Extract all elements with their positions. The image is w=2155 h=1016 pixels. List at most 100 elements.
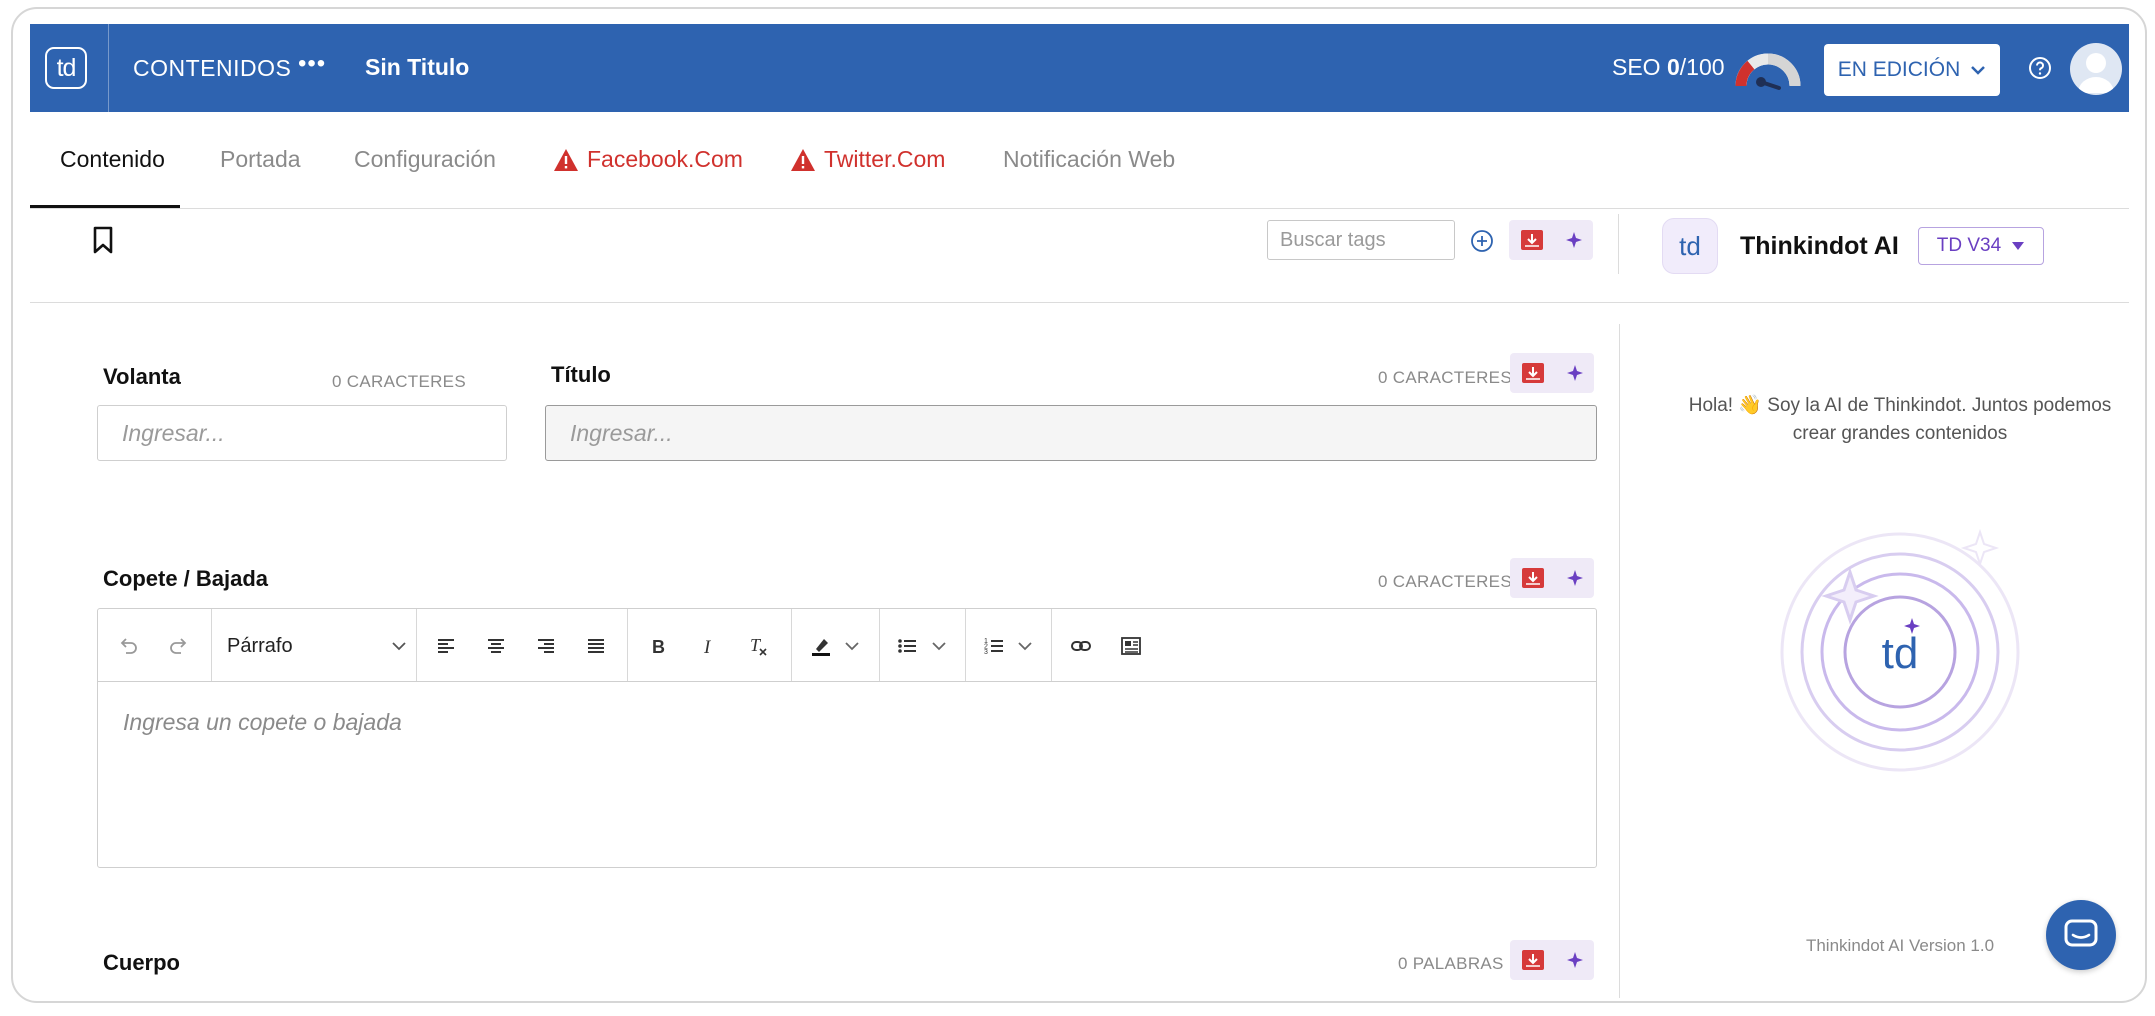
ai-version-footer: Thinkindot AI Version 1.0 (1805, 936, 1995, 955)
tab-portada[interactable]: Portada (220, 146, 301, 173)
toolbar-separator (211, 609, 212, 681)
more-options-icon[interactable]: ••• (298, 50, 326, 78)
help-icon[interactable] (2028, 56, 2052, 80)
cuerpo-word-count: 0 PALABRAS (1398, 954, 1504, 973)
svg-text:3: 3 (984, 649, 988, 656)
top-bar: td CONTENIDOS ••• Sin Titulo SEO 0/100 E… (30, 24, 2129, 112)
ai-orb-illustration: td (1780, 528, 2020, 772)
seo-score-max: /100 (1679, 54, 1725, 80)
ai-import-icon[interactable] (1521, 363, 1544, 383)
tab-contenido[interactable]: Contenido (60, 146, 165, 173)
ai-greeting: Hola! 👋 Soy la AI de Thinkindot. Juntos … (1688, 395, 2112, 444)
toolbar-separator (627, 609, 628, 681)
status-dropdown-button[interactable]: EN EDICIÓN (1824, 44, 2000, 96)
toolbar-separator (965, 609, 966, 681)
svg-text:B: B (652, 637, 665, 657)
warning-icon (554, 148, 578, 171)
ai-orb-logo: td (1882, 629, 1919, 678)
toolbar-separator (416, 609, 417, 681)
bulleted-list-icon[interactable] (894, 633, 920, 659)
titulo-input[interactable] (545, 405, 1597, 461)
status-label: EN EDICIÓN (1837, 58, 1961, 81)
copete-ai-actions (1510, 558, 1594, 598)
clear-formatting-icon[interactable]: T (745, 633, 771, 659)
ai-version-dropdown[interactable]: TD V34 (1918, 227, 2044, 265)
chevron-down-icon (392, 642, 406, 651)
user-icon (2078, 53, 2114, 93)
copete-editor-placeholder[interactable]: Ingresa un copete o bajada (123, 709, 402, 736)
tab-label: Facebook.Com (587, 146, 743, 172)
document-title: Sin Titulo (365, 54, 470, 80)
window-frame: td CONTENIDOS ••• Sin Titulo SEO 0/100 E… (11, 7, 2147, 1003)
tab-label: Contenido (60, 146, 165, 172)
bookmark-icon[interactable] (92, 226, 114, 254)
link-icon[interactable] (1068, 633, 1094, 659)
tab-label: Twitter.Com (824, 146, 946, 172)
tags-ai-actions (1509, 220, 1593, 260)
ai-import-icon[interactable] (1521, 568, 1544, 588)
bold-icon[interactable]: B (645, 633, 671, 659)
titulo-char-count: 0 CARACTERES (1378, 368, 1512, 387)
align-justify-icon[interactable] (583, 633, 609, 659)
block-format-select[interactable]: Párrafo (227, 631, 407, 661)
ai-assistant-name: Thinkindot AI (1740, 232, 1899, 260)
tab-label: Configuración (354, 146, 496, 172)
tab-facebook[interactable]: Facebook.Com (553, 146, 743, 173)
ai-sparkle-icon[interactable] (1566, 365, 1583, 381)
insert-article-icon[interactable] (1118, 633, 1144, 659)
redo-icon[interactable] (166, 633, 192, 659)
ai-sparkle-icon[interactable] (1565, 232, 1582, 248)
section-divider (30, 302, 2129, 303)
tab-twitter[interactable]: Twitter.Com (790, 146, 945, 173)
ai-import-icon[interactable] (1521, 950, 1544, 970)
seo-score[interactable]: SEO 0/100 (1612, 54, 1725, 81)
tab-configuracion[interactable]: Configuración (354, 146, 496, 173)
caret-down-icon (2012, 242, 2025, 250)
highlight-dropdown-icon[interactable] (839, 633, 865, 659)
bulleted-list-dropdown-icon[interactable] (926, 633, 952, 659)
numbered-list-dropdown-icon[interactable] (1012, 633, 1038, 659)
logo-cell: td (30, 24, 109, 112)
align-right-icon[interactable] (533, 633, 559, 659)
user-avatar[interactable] (2070, 43, 2122, 95)
chat-icon (2064, 919, 2098, 947)
copete-editor: Párrafo B I T 1 2 3 Ingresa un copete o … (97, 608, 1597, 868)
app: td CONTENIDOS ••• Sin Titulo SEO 0/100 E… (30, 24, 2129, 998)
active-tab-indicator (30, 205, 180, 208)
chevron-down-icon (1971, 66, 1986, 75)
ai-import-icon[interactable] (1520, 230, 1543, 250)
ai-sparkle-icon[interactable] (1566, 570, 1583, 586)
add-tag-icon[interactable] (1470, 229, 1494, 253)
toolbar-separator (1051, 609, 1052, 681)
ai-sparkle-icon[interactable] (1566, 952, 1583, 968)
italic-icon[interactable]: I (695, 633, 721, 659)
seo-label: SEO (1612, 54, 1661, 80)
seo-score-value: 0 (1666, 54, 1680, 80)
titulo-label: Título (551, 362, 611, 387)
toolbar-separator (791, 609, 792, 681)
tab-label: Portada (220, 146, 301, 172)
svg-text:T: T (750, 635, 762, 655)
copete-label: Copete / Bajada (103, 566, 269, 591)
toolbar-separator (879, 609, 880, 681)
cuerpo-ai-actions (1510, 940, 1594, 980)
volanta-input[interactable] (97, 405, 507, 461)
copete-char-count: 0 CARACTERES (1378, 572, 1512, 591)
volanta-label: Volanta (103, 364, 181, 389)
undo-icon[interactable] (115, 633, 141, 659)
tab-notificacion-web[interactable]: Notificación Web (1003, 146, 1175, 173)
toolbar-divider (1618, 214, 1619, 274)
highlight-icon[interactable] (808, 633, 834, 659)
tags-search-input[interactable] (1267, 220, 1455, 260)
warning-icon (791, 148, 815, 171)
ai-panel-divider (1619, 324, 1620, 998)
align-center-icon[interactable] (483, 633, 509, 659)
align-left-icon[interactable] (433, 633, 459, 659)
content-tabs: Contenido Portada Configuración Facebook… (30, 112, 2129, 209)
volanta-char-count: 0 CARACTERES (332, 372, 466, 391)
chat-support-button[interactable] (2046, 900, 2116, 970)
numbered-list-icon[interactable]: 123 (981, 633, 1007, 659)
nav-contenidos-link[interactable]: CONTENIDOS (133, 55, 291, 82)
ai-version-label: TD V34 (1936, 235, 2002, 256)
app-logo[interactable]: td (45, 47, 87, 89)
